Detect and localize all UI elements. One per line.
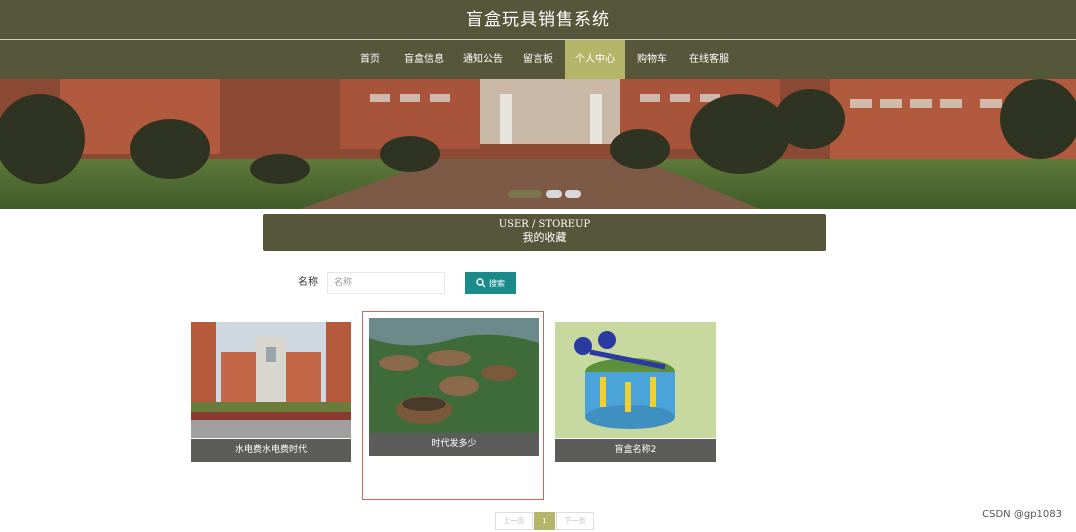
section-title: USER / STOREUP 我的收藏 (263, 214, 826, 251)
favorite-card[interactable]: 盲盒名称2 (555, 322, 716, 462)
nav-item-personal-center[interactable]: 个人中心 (565, 40, 625, 79)
card-caption: 盲盒名称2 (555, 439, 716, 462)
site-title: 盲盒玩具销售系统 (466, 10, 610, 30)
card-image (555, 322, 716, 438)
search-input[interactable] (327, 272, 445, 294)
nav-item-message-board[interactable]: 留言板 (516, 40, 560, 79)
nav-item-home[interactable]: 首页 (350, 40, 390, 79)
card-image (191, 322, 351, 438)
watermark: CSDN @gp1083 (982, 509, 1062, 520)
nav-item-blindbox-info[interactable]: 盲盒信息 (398, 40, 450, 79)
search-label: 名称 (298, 277, 318, 288)
card-caption: 水电费水电费时代 (191, 439, 351, 462)
search-button[interactable]: 搜索 (465, 272, 516, 294)
search-icon (476, 278, 486, 288)
favorite-card[interactable]: 时代发多少 (369, 318, 539, 458)
nav-item-online-service[interactable]: 在线客服 (682, 40, 736, 79)
nav-item-notices[interactable]: 通知公告 (457, 40, 509, 79)
section-title-cn: 我的收藏 (522, 231, 567, 244)
carousel-dot-1[interactable] (508, 190, 542, 198)
section-title-en: USER / STOREUP (498, 219, 591, 230)
pagination-page-1[interactable]: 1 (534, 512, 555, 530)
pagination-next[interactable]: 下一页 (556, 512, 594, 530)
site-header: 盲盒玩具销售系统 (0, 0, 1076, 40)
card-image (369, 318, 539, 433)
carousel-dot-3[interactable] (565, 190, 581, 198)
search-button-label: 搜索 (489, 278, 505, 288)
nav-item-cart[interactable]: 购物车 (630, 40, 674, 79)
pagination-prev[interactable]: 上一页 (495, 512, 533, 530)
carousel-dot-2[interactable] (546, 190, 562, 198)
main-nav: 首页 盲盒信息 通知公告 留言板 个人中心 购物车 在线客服 (0, 40, 1076, 79)
favorite-card[interactable]: 水电费水电费时代 (191, 322, 351, 462)
card-caption: 时代发多少 (369, 433, 539, 456)
